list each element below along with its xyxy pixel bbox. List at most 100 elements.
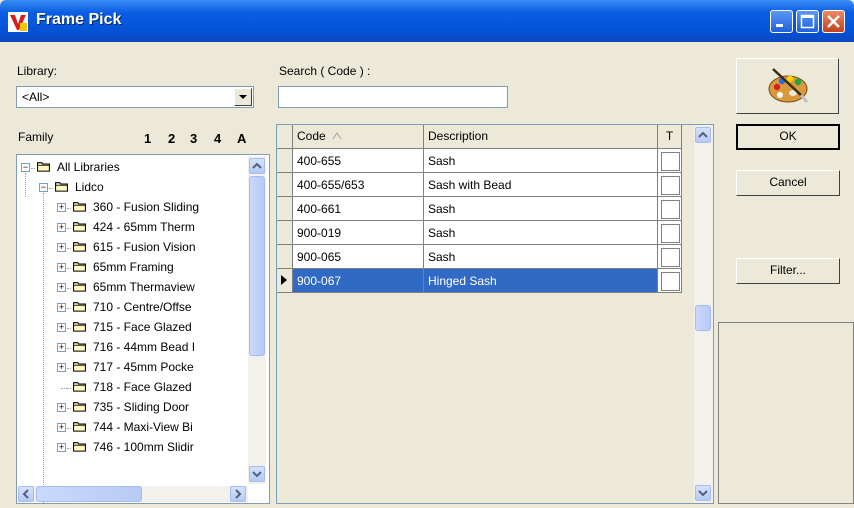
tree-item[interactable]: − Lidco [17,178,267,198]
family-tab-2[interactable]: 2 [168,131,175,146]
ok-button[interactable]: OK [736,124,840,150]
cell-code[interactable]: 400-655 [293,149,424,173]
row-indicator[interactable] [277,173,293,197]
scroll-thumb[interactable] [36,486,142,502]
t-checkbox[interactable] [661,152,680,171]
row-indicator[interactable] [277,197,293,221]
tree-item[interactable]: +744 - Maxi-View Bi [17,418,267,438]
row-indicator[interactable] [277,149,293,173]
expand-icon[interactable]: + [57,423,66,432]
tree-item[interactable]: +735 - Sliding Door [17,398,267,418]
tree-item[interactable]: +746 - 100mm Slidir [17,438,267,458]
family-tab-3[interactable]: 3 [190,131,197,146]
expand-icon[interactable]: + [57,443,66,452]
tree-item[interactable]: − All Libraries [17,158,267,178]
family-tree[interactable]: − All Libraries − Lidco +360 - Fusion Slidin… [16,154,270,504]
cell-code[interactable]: 900-067 [293,269,424,293]
t-checkbox[interactable] [661,248,680,267]
column-header-code[interactable]: Code [293,125,424,149]
cell-code[interactable]: 900-019 [293,221,424,245]
search-input[interactable] [278,86,508,108]
family-tab-4[interactable]: 4 [214,131,221,146]
grid-vertical-scrollbar[interactable] [694,125,713,503]
cell-description[interactable]: Sash with Bead [424,173,658,197]
expand-icon[interactable]: + [57,323,66,332]
close-button[interactable] [822,10,845,33]
cell-code[interactable]: 900-065 [293,245,424,269]
tree-vertical-scrollbar[interactable] [248,156,266,484]
row-indicator[interactable] [277,221,293,245]
t-checkbox[interactable] [661,272,680,291]
collapse-icon[interactable]: − [39,183,48,192]
scroll-thumb[interactable] [695,305,711,331]
expand-icon[interactable]: + [57,203,66,212]
cell-description[interactable]: Sash [424,221,658,245]
title-bar[interactable]: Frame Pick [0,0,854,42]
cell-code[interactable]: 400-655/653 [293,173,424,197]
filter-button[interactable]: Filter... [736,258,840,284]
cell-description[interactable]: Sash [424,245,658,269]
tree-item[interactable]: +716 - 44mm Bead I [17,338,267,358]
cell-description[interactable]: Sash [424,197,658,221]
scroll-right-button[interactable] [230,486,246,502]
cancel-button[interactable]: Cancel [736,170,840,196]
expand-icon[interactable]: + [57,243,66,252]
tree-item[interactable]: 718 - Face Glazed [17,378,267,398]
library-label: Library: [17,64,58,78]
scroll-left-button[interactable] [18,486,34,502]
cell-description[interactable]: Sash [424,149,658,173]
family-tab-1[interactable]: 1 [144,131,151,146]
collapse-icon[interactable]: − [21,163,30,172]
expand-icon[interactable]: + [57,263,66,272]
tree-item[interactable]: +710 - Centre/Offse [17,298,267,318]
scroll-up-button[interactable] [695,127,711,143]
expand-icon[interactable]: + [57,403,66,412]
column-header-code-label: Code [297,129,326,143]
t-checkbox[interactable] [661,200,680,219]
scroll-thumb[interactable] [249,176,265,356]
tree-item-label: 716 - 44mm Bead I [93,340,196,354]
tree-item[interactable]: +65mm Thermaview [17,278,267,298]
t-checkbox[interactable] [661,176,680,195]
minimize-button[interactable] [770,10,793,33]
expand-icon[interactable]: + [57,283,66,292]
folder-icon [55,182,68,192]
maximize-button[interactable] [796,10,819,33]
column-header-description-label: Description [428,129,489,143]
tree-connector [67,388,71,389]
cell-code[interactable]: 400-661 [293,197,424,221]
family-tab-a[interactable]: A [237,131,246,146]
dropdown-button[interactable] [234,88,252,106]
library-dropdown[interactable]: <All> [16,86,254,108]
tree-item[interactable]: +715 - Face Glazed [17,318,267,338]
chevron-left-icon [22,489,29,499]
t-checkbox[interactable] [661,224,680,243]
frame-grid[interactable]: Code Description T 400-655 Sash 400-655/65… [276,124,714,504]
tree-item-label: 718 - Face Glazed [93,380,192,394]
scroll-down-button[interactable] [695,485,711,501]
tree-item[interactable]: +424 - 65mm Therm [17,218,267,238]
expand-icon[interactable]: + [57,303,66,312]
expand-icon[interactable]: + [57,343,66,352]
grid-body: Code Description T 400-655 Sash 400-655/65… [277,125,694,503]
tree-item[interactable]: +717 - 45mm Pocke [17,358,267,378]
palette-button[interactable] [736,58,839,114]
row-indicator[interactable] [277,245,293,269]
scroll-down-button[interactable] [249,466,265,482]
tree-horizontal-scrollbar[interactable] [18,486,248,502]
tree-item[interactable]: +360 - Fusion Sliding [17,198,267,218]
scroll-up-button[interactable] [249,158,265,174]
column-header-description[interactable]: Description [424,125,658,149]
folder-icon [73,402,86,412]
column-header-t[interactable]: T [658,125,682,149]
expand-icon[interactable]: + [57,223,66,232]
row-indicator[interactable] [277,269,293,293]
tree-item[interactable]: +65mm Framing [17,258,267,278]
cell-description[interactable]: Hinged Sash [424,269,658,293]
chevron-down-icon [239,95,247,99]
tree-item[interactable]: +615 - Fusion Vision [17,238,267,258]
tree-connector [67,428,71,429]
tree-item-label: 717 - 45mm Pocke [93,360,194,374]
expand-icon[interactable]: + [57,363,66,372]
folder-icon [73,302,86,312]
